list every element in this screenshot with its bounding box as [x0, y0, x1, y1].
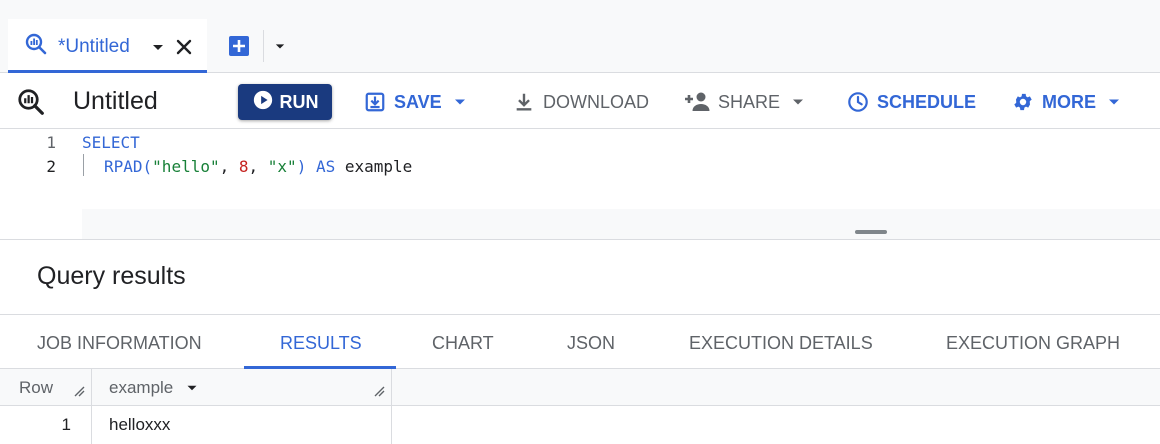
results-tab-bar: JOB INFORMATION RESULTS CHART JSON EXECU…: [0, 314, 1160, 369]
query-icon: [24, 32, 48, 61]
column-resize-icon[interactable]: [373, 382, 385, 402]
run-button[interactable]: RUN: [238, 84, 332, 120]
download-label: DOWNLOAD: [543, 91, 650, 112]
code-line-2[interactable]: RPAD("hello", 8, "x") AS example: [104, 157, 412, 176]
results-title: Query results: [37, 262, 186, 290]
column-resize-icon[interactable]: [73, 382, 85, 402]
indent-guide: [83, 154, 84, 176]
code-line-1[interactable]: SELECT: [82, 133, 140, 152]
tab-untitled[interactable]: *Untitled: [8, 19, 207, 73]
query-toolbar: Untitled RUN SAVE DOWNLOAD SHARE SCHEDUL…: [0, 73, 1160, 129]
function-rpad: RPAD(: [104, 157, 153, 176]
person-add-icon: [685, 92, 710, 111]
tab-job-information[interactable]: JOB INFORMATION: [37, 333, 202, 354]
line-number: 2: [46, 157, 56, 176]
gear-icon: [1014, 93, 1032, 111]
save-label: SAVE: [394, 91, 442, 112]
keyword-as: AS: [315, 157, 336, 176]
results-table: Row example 1 helloxxx: [0, 369, 1160, 444]
save-chevron-down-icon: [454, 99, 465, 105]
clock-icon: [848, 92, 868, 112]
download-button[interactable]: DOWNLOAD: [513, 91, 649, 113]
schedule-button[interactable]: SCHEDULE: [847, 91, 976, 113]
table-cell-example[interactable]: helloxxx: [92, 406, 392, 444]
line-number: 1: [46, 133, 56, 152]
column-header-row[interactable]: Row: [0, 369, 92, 406]
share-chevron-down-icon: [793, 99, 804, 105]
keyword-select: SELECT: [82, 133, 140, 152]
column-header-label: Row: [19, 377, 54, 397]
play-circle-icon: [252, 89, 274, 116]
tab-label: *Untitled: [58, 36, 130, 57]
query-icon: [16, 87, 46, 122]
number-literal: 8: [238, 157, 249, 176]
more-button[interactable]: MORE: [1012, 91, 1124, 113]
string-literal: "x": [267, 157, 297, 176]
tab-execution-graph[interactable]: EXECUTION GRAPH: [946, 333, 1120, 354]
editor-empty-area[interactable]: [82, 209, 1160, 239]
column-header-example[interactable]: example: [92, 369, 392, 406]
editor-tab-bar: *Untitled: [0, 0, 1160, 73]
tab-json[interactable]: JSON: [567, 333, 615, 354]
more-label: MORE: [1042, 91, 1096, 112]
tab-chart[interactable]: CHART: [432, 333, 494, 354]
column-header-label: example: [109, 377, 174, 397]
share-label: SHARE: [718, 91, 781, 112]
schedule-label: SCHEDULE: [877, 91, 977, 112]
separator: ,: [219, 157, 239, 176]
tab-execution-details[interactable]: EXECUTION DETAILS: [689, 333, 873, 354]
editor-resize-handle[interactable]: [855, 230, 887, 234]
tab-divider: [263, 30, 264, 62]
add-box-icon[interactable]: [228, 35, 250, 62]
save-icon: [365, 92, 385, 112]
query-title[interactable]: Untitled: [73, 87, 158, 116]
tab-menu-chevron-down-icon[interactable]: [146, 35, 170, 64]
separator: ,: [248, 157, 268, 176]
save-button[interactable]: SAVE: [364, 91, 470, 113]
close-paren: ): [296, 157, 316, 176]
share-button[interactable]: SHARE: [684, 91, 808, 113]
run-label: RUN: [279, 91, 319, 112]
more-chevron-down-icon: [1109, 99, 1119, 105]
sql-editor[interactable]: 1 2 SELECT RPAD("hello", 8, "x") AS exam…: [0, 129, 1160, 240]
alias: example: [335, 157, 413, 176]
download-icon: [516, 93, 532, 111]
new-query-chevron-down-icon[interactable]: [270, 36, 290, 61]
sort-chevron-down-icon[interactable]: [183, 379, 201, 397]
close-icon[interactable]: [172, 35, 196, 64]
string-literal: "hello": [152, 157, 220, 176]
row-number-cell: 1: [0, 406, 92, 444]
tab-results[interactable]: RESULTS: [280, 333, 362, 354]
